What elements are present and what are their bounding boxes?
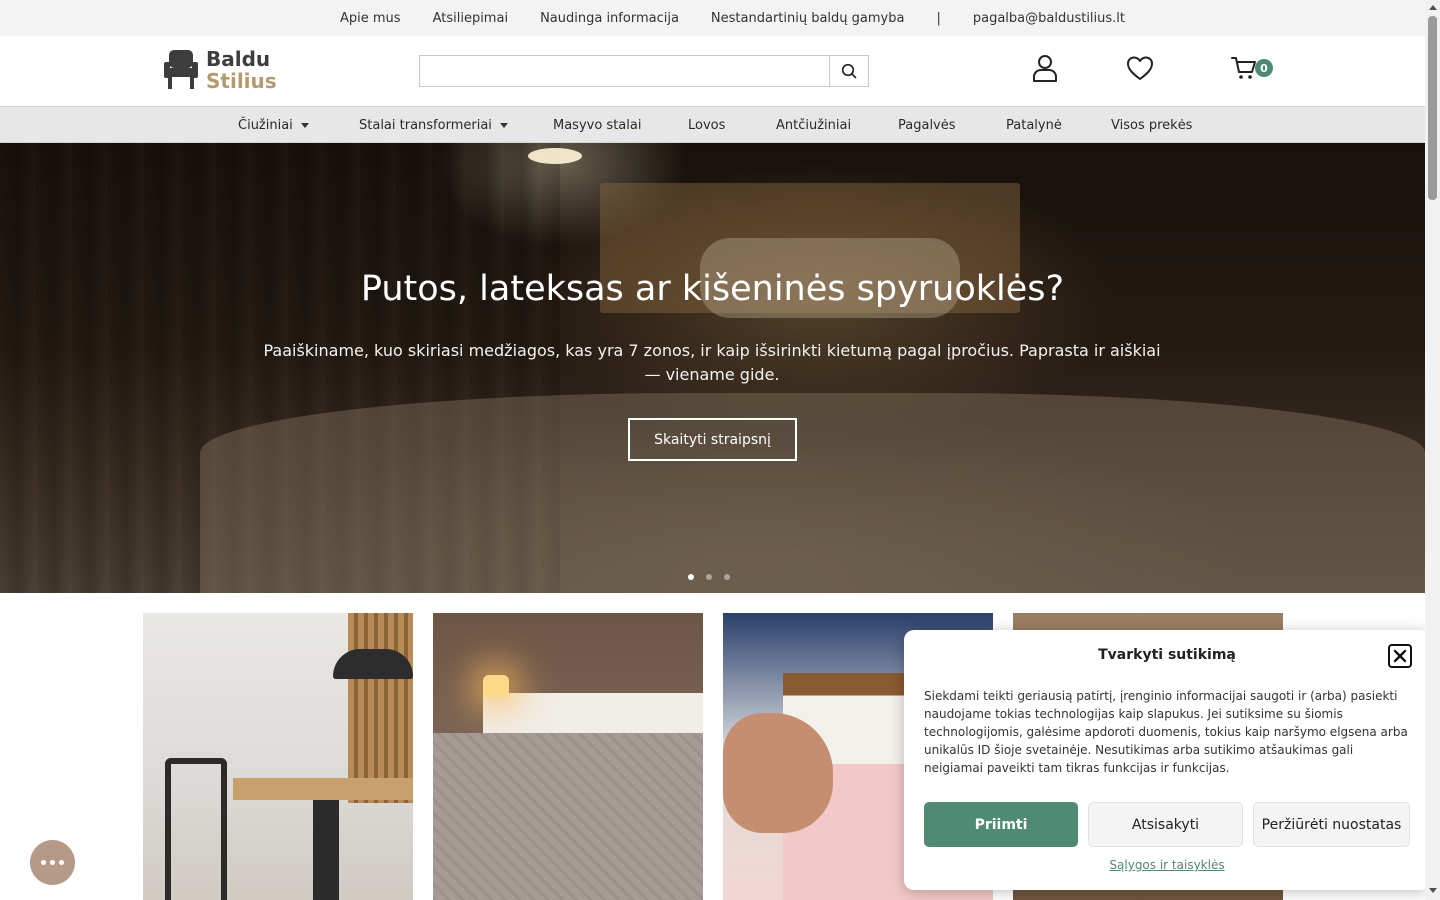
consent-accept-button[interactable]: Priimti [924, 802, 1078, 847]
cart-count-badge: 0 [1255, 59, 1273, 77]
scroll-down-arrow-icon[interactable] [1429, 888, 1437, 893]
pendant-lamp-image [333, 649, 413, 679]
chair-image [165, 758, 227, 900]
nav-item-label: Visos prekės [1111, 117, 1193, 133]
main-nav: Čiužiniai Stalai transformeriai Masyvo s… [0, 106, 1425, 143]
nav-item-antciuziniai[interactable]: Antčiužiniai [776, 107, 851, 143]
consent-deny-button[interactable]: Atsisakyti [1088, 802, 1243, 847]
nav-item-masyvo-stalai[interactable]: Masyvo stalai [553, 107, 641, 143]
nav-item-lovos[interactable]: Lovos [688, 107, 725, 143]
site-logo[interactable]: Baldu Stilius [162, 46, 277, 96]
consent-text: Siekdami teikti geriausią patirtį, įreng… [924, 689, 1408, 775]
logo-text-stilius: Stilius [206, 69, 277, 93]
nav-item-stalai-transformeriai[interactable]: Stalai transformeriai [359, 107, 508, 143]
cart-icon [1231, 57, 1256, 79]
top-link-apie-mus[interactable]: Apie mus [340, 11, 401, 26]
table-leg-image [313, 800, 339, 900]
top-link-naudinga-informacija[interactable]: Naudinga informacija [540, 11, 679, 26]
wood-slat-wall-image [348, 613, 413, 803]
read-article-button[interactable]: Skaityti straipsnį [628, 418, 797, 461]
category-tile-beds[interactable] [433, 613, 703, 900]
table-image [233, 778, 413, 800]
site-header: Baldu Stilius 0 [0, 36, 1425, 106]
slider-dot-1[interactable] [688, 574, 694, 580]
nav-item-pagalves[interactable]: Pagalvės [898, 107, 956, 143]
category-tile-dining[interactable] [143, 613, 413, 900]
scroll-up-arrow-icon[interactable] [1429, 5, 1437, 10]
nav-item-label: Antčiužiniai [776, 117, 852, 133]
bed-headboard-image [483, 693, 703, 738]
chair-logo-icon [164, 50, 198, 89]
top-link-atsiliepimai[interactable]: Atsiliepimai [433, 11, 508, 26]
hero-subtitle: Paaiškiname, kuo skiriasi medžiagos, kas… [263, 341, 1161, 384]
consent-close-button[interactable] [1388, 644, 1412, 668]
top-separator: | [936, 10, 941, 26]
logo-text-baldu: Baldu [206, 47, 271, 71]
caret-down-icon [499, 122, 508, 128]
top-email-link[interactable]: pagalba@baldustilius.lt [973, 11, 1125, 26]
nav-item-label: Stalai transformeriai [359, 117, 492, 133]
nav-item-ciuziniai[interactable]: Čiužiniai [238, 107, 309, 143]
heart-icon [1127, 56, 1153, 80]
bedspread-image [433, 733, 703, 900]
slider-dots [688, 574, 742, 582]
account-button[interactable] [1030, 52, 1060, 84]
nav-item-label: Masyvo stalai [553, 117, 642, 133]
hand-image [723, 713, 833, 833]
user-icon [1033, 55, 1057, 82]
nav-item-label: Pagalvės [898, 117, 956, 133]
caret-down-icon [300, 122, 309, 128]
dot-icon [50, 860, 55, 865]
search-box [419, 55, 869, 87]
top-links: Apie mus Atsiliepimai Naudinga informaci… [340, 0, 1125, 36]
slider-dot-3[interactable] [724, 574, 730, 580]
page-scrollbar[interactable] [1425, 0, 1440, 900]
terms-link[interactable]: Sąlygos ir taisyklės [904, 858, 1430, 872]
top-link-nestandartiniu-baldu-gamyba[interactable]: Nestandartinių baldų gamyba [711, 11, 905, 26]
nav-item-label: Čiužiniai [238, 117, 293, 133]
consent-title: Tvarkyti sutikimą [1098, 647, 1236, 663]
hero-title: Putos, lateksas ar kišeninės spyruoklės? [360, 269, 1065, 309]
hero-lamp-image [528, 148, 582, 164]
hero-bed-image [200, 393, 1425, 593]
slider-dot-2[interactable] [706, 574, 712, 580]
search-input[interactable] [420, 56, 830, 86]
nav-item-patalyne[interactable]: Patalynė [1006, 107, 1062, 143]
consent-dialog: Tvarkyti sutikimą Siekdami teikti geriau… [904, 630, 1430, 890]
close-icon [1393, 649, 1407, 663]
search-icon [841, 63, 857, 79]
dot-icon [59, 860, 64, 865]
search-button[interactable] [829, 56, 868, 86]
nav-item-label: Patalynė [1006, 117, 1062, 133]
consent-view-preferences-button[interactable]: Peržiūrėti nuostatas [1253, 802, 1410, 847]
dot-icon [41, 860, 46, 865]
wall-lamp-image [483, 675, 509, 697]
wishlist-button[interactable] [1125, 52, 1155, 84]
nav-item-visos-prekes[interactable]: Visos prekės [1111, 107, 1192, 143]
top-utility-bar: Apie mus Atsiliepimai Naudinga informaci… [0, 0, 1425, 36]
hero-slider: Putos, lateksas ar kišeninės spyruoklės?… [0, 143, 1425, 593]
chat-button[interactable] [30, 840, 75, 885]
scrollbar-thumb[interactable] [1428, 16, 1437, 200]
nav-item-label: Lovos [688, 117, 726, 133]
